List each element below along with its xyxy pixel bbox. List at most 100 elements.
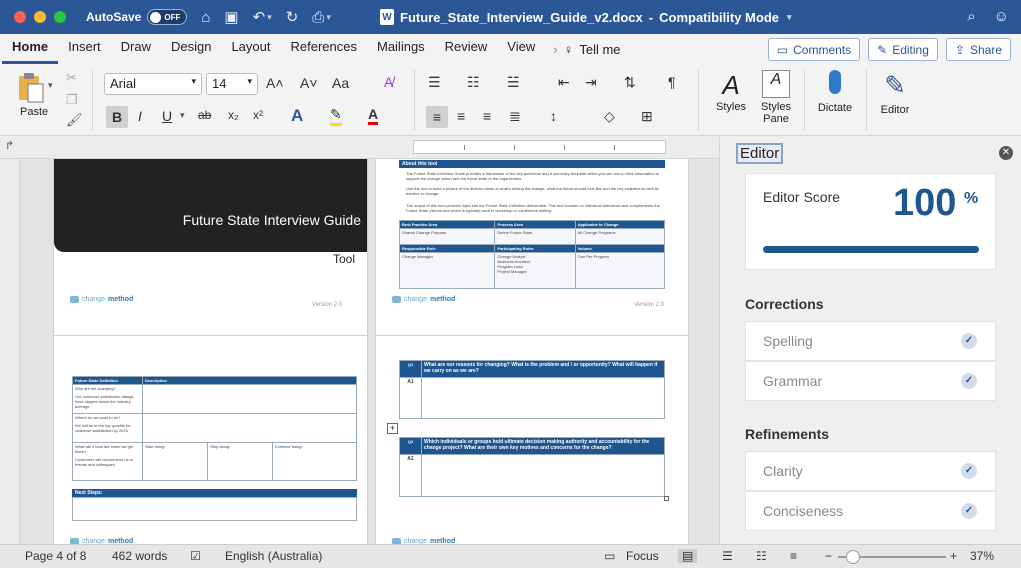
refinement-clarity[interactable]: Clarity ✓	[745, 451, 996, 491]
customize-toolbar-icon[interactable]: ▾	[326, 12, 331, 23]
draft-icon[interactable]: ≡	[790, 549, 797, 563]
text-effects-icon[interactable]: A	[291, 106, 303, 126]
dictate-button[interactable]: Dictate	[812, 70, 858, 114]
correction-grammar[interactable]: Grammar ✓	[745, 361, 996, 401]
language-label[interactable]: English (Australia)	[225, 549, 322, 563]
share-icon: ⇪	[954, 42, 965, 57]
refinement-conciseness[interactable]: Conciseness ✓	[745, 491, 996, 531]
align-left-icon[interactable]: ≡	[426, 106, 448, 128]
save-icon[interactable]: ▣	[224, 8, 238, 26]
tab-view[interactable]: View	[497, 34, 545, 64]
strikethrough-button[interactable]: ab	[198, 108, 211, 122]
word-count[interactable]: 462 words	[112, 549, 167, 563]
page-thumbnail-questions[interactable]: Q1 What are our reasons for changing? Wh…	[375, 335, 689, 544]
decrease-indent-icon[interactable]: ⇤	[558, 74, 570, 91]
print-layout-icon[interactable]: ▤	[678, 549, 698, 563]
status-bar: Page 4 of 8 462 words ☑ English (Austral…	[0, 544, 1021, 568]
increase-indent-icon[interactable]: ⇥	[585, 74, 597, 91]
title-chevron-icon[interactable]: ▾	[787, 12, 792, 23]
borders-icon[interactable]: ⊞	[641, 108, 653, 125]
correction-spelling[interactable]: Spelling ✓	[745, 321, 996, 361]
document-canvas[interactable]: Future State Interview Guide Tool change…	[0, 159, 719, 544]
table-cell: Why are we changing? Our customer satisfa…	[72, 384, 143, 414]
tab-references[interactable]: References	[281, 34, 367, 64]
focus-icon[interactable]: ▭	[604, 549, 615, 563]
grow-font-button[interactable]: A˄	[266, 75, 284, 91]
tab-design[interactable]: Design	[161, 34, 221, 64]
outline-icon[interactable]: ☷	[756, 549, 767, 563]
show-formatting-button[interactable]: ¶	[668, 74, 676, 90]
redo-icon[interactable]: ↻	[286, 8, 299, 26]
minimize-window-button[interactable]	[34, 11, 46, 23]
multilevel-list-icon[interactable]: ☱	[507, 74, 520, 91]
table-resize-handle[interactable]	[664, 496, 669, 501]
zoom-out-icon[interactable]: −	[825, 549, 832, 563]
cut-icon[interactable]: ✂	[66, 70, 77, 86]
underline-chevron-icon[interactable]: ▾	[180, 110, 185, 121]
zoom-slider-handle[interactable]	[846, 550, 861, 564]
bullets-icon[interactable]: ☰	[428, 74, 441, 91]
divider	[414, 70, 415, 130]
zoom-in-icon[interactable]: +	[950, 549, 957, 563]
clear-formatting-icon[interactable]: A̸	[384, 74, 393, 90]
shrink-font-button[interactable]: A˅	[300, 75, 318, 91]
editor-button[interactable]: ✎ Editor	[874, 70, 916, 116]
copy-icon[interactable]: ❐	[66, 92, 78, 108]
autosave-toggle[interactable]: OFF	[147, 9, 188, 25]
underline-button[interactable]: U	[162, 108, 172, 124]
comments-button[interactable]: ▭ Comments	[767, 38, 861, 61]
chevron-down-icon[interactable]: ▾	[267, 12, 272, 23]
focus-label[interactable]: Focus	[626, 549, 659, 563]
tab-review[interactable]: Review	[435, 34, 498, 64]
page-thumbnail-definition[interactable]: Future State Definition Description Why …	[53, 335, 368, 544]
styles-button[interactable]: A Styles	[710, 70, 752, 113]
print-icon[interactable]: ⎙	[312, 9, 324, 26]
ruler-corner-icon[interactable]: ↱	[5, 139, 14, 152]
align-right-icon[interactable]: ≡	[483, 108, 491, 124]
font-size-select[interactable]: 14 ▾	[206, 73, 258, 95]
tab-home[interactable]: Home	[2, 34, 59, 64]
bold-button[interactable]: B	[106, 106, 128, 128]
change-case-button[interactable]: Aa	[332, 75, 349, 91]
tab-mailings[interactable]: Mailings	[367, 34, 435, 64]
horizontal-ruler[interactable]	[413, 140, 666, 154]
share-button[interactable]: ⇪ Share	[945, 38, 1011, 61]
tell-me-search[interactable]: › ♀ Tell me	[553, 42, 620, 57]
tab-layout[interactable]: Layout	[221, 34, 280, 64]
table-move-handle-icon[interactable]: +	[387, 423, 398, 434]
subscript-button[interactable]: x₂	[228, 108, 239, 122]
sort-icon[interactable]: ⇅	[624, 74, 636, 91]
styles-pane-button[interactable]: A Styles Pane	[756, 70, 796, 125]
align-center-icon[interactable]: ≡	[457, 108, 465, 124]
web-layout-icon[interactable]: ☰	[722, 549, 733, 563]
line-spacing-icon[interactable]: ↕	[550, 108, 557, 124]
superscript-button[interactable]: x²	[253, 108, 263, 122]
undo-icon[interactable]: ↶	[253, 8, 266, 26]
tab-draw[interactable]: Draw	[111, 34, 161, 64]
paste-icon[interactable]	[16, 72, 46, 104]
font-color-icon[interactable]: A	[368, 106, 379, 125]
logo-text-a: change	[82, 296, 105, 303]
shading-icon[interactable]: ◇	[604, 108, 615, 125]
numbering-icon[interactable]: ☷	[467, 74, 480, 91]
about-bullet-2: Use the tool to build a picture of the d…	[406, 186, 659, 196]
highlight-icon[interactable]: ✎	[330, 106, 342, 126]
justify-icon[interactable]: ≣	[509, 108, 521, 125]
italic-button[interactable]: I	[138, 108, 142, 124]
format-painter-icon[interactable]: 🖌	[66, 112, 83, 128]
close-icon[interactable]: ✕	[999, 146, 1013, 160]
font-name-select[interactable]: Arial ▾	[104, 73, 202, 95]
account-icon[interactable]: ☺	[994, 8, 1009, 25]
paste-label: Paste	[20, 106, 49, 118]
close-window-button[interactable]	[14, 11, 26, 23]
editing-button[interactable]: ✎ Editing	[868, 38, 938, 61]
zoom-level[interactable]: 37%	[970, 549, 994, 563]
page-count[interactable]: Page 4 of 8	[25, 549, 86, 563]
zoom-window-button[interactable]	[54, 11, 66, 23]
tab-insert[interactable]: Insert	[58, 34, 111, 64]
search-icon[interactable]: ⌕	[967, 8, 975, 25]
home-icon[interactable]: ⌂	[201, 9, 210, 26]
paste-chevron-icon[interactable]: ▾	[48, 80, 53, 91]
proofing-icon[interactable]: ☑	[190, 549, 201, 563]
table-row: Future State Definition Description	[72, 376, 357, 385]
